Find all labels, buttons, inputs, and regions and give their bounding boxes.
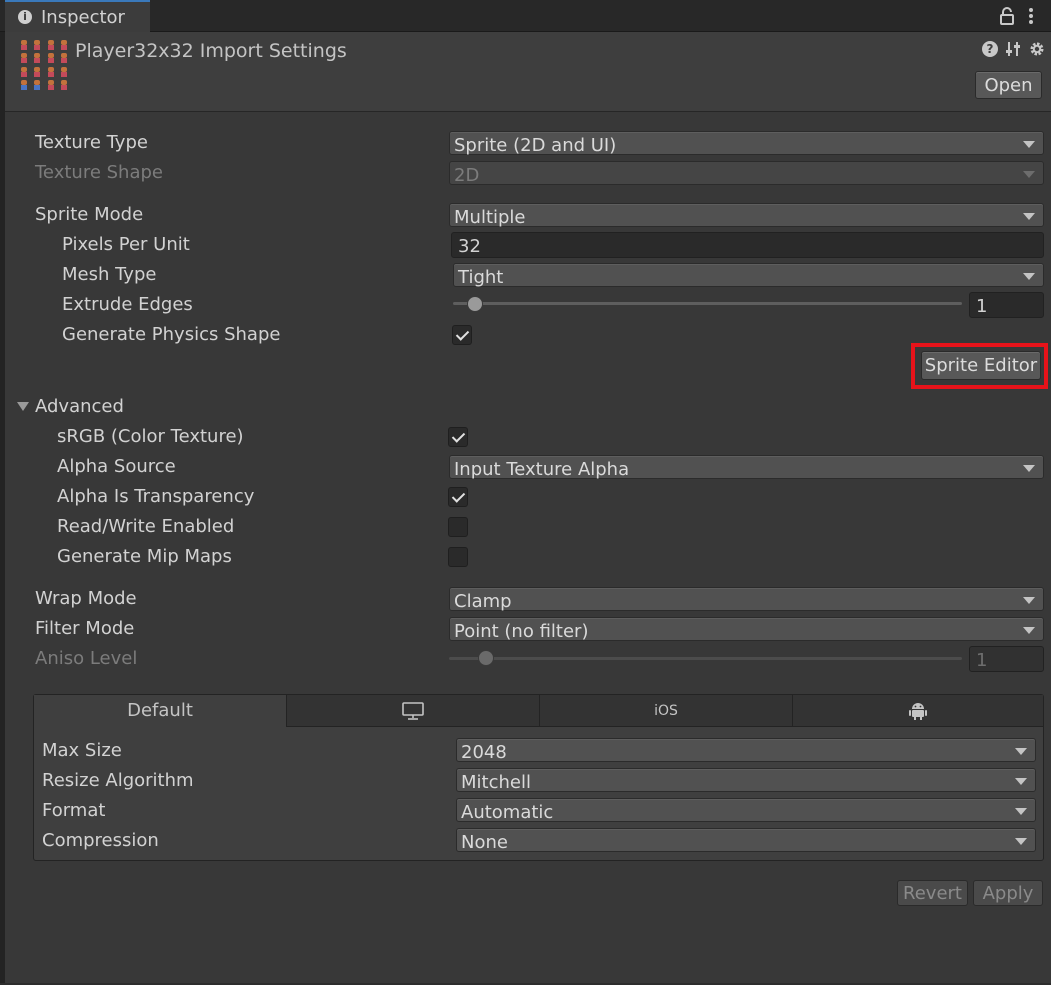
resize-algorithm-dropdown[interactable]: Mitchell [456,768,1036,793]
srgb-label: sRGB (Color Texture) [57,426,244,447]
sprite-editor-highlight [911,343,1048,389]
mesh-type-dropdown[interactable]: Tight [453,263,1044,288]
filter-mode-value: Point (no filter) [454,621,589,642]
android-icon [909,702,927,720]
platform-tab-default[interactable]: Default [34,695,287,727]
wrap-mode-value: Clamp [454,591,512,612]
platform-tab-ios[interactable]: iOS [540,695,793,727]
format-label: Format [42,800,106,821]
sprite-mode-value: Multiple [454,207,526,228]
platform-tab-standalone[interactable] [287,695,540,727]
texture-shape-dropdown: 2D [449,161,1044,186]
chevron-down-icon [1023,171,1035,178]
extrude-edges-slider-thumb[interactable] [467,296,483,312]
lock-icon[interactable] [999,7,1015,25]
texture-type-dropdown[interactable]: Sprite (2D and UI) [449,131,1044,156]
monitor-icon [402,701,424,720]
apply-button[interactable]: Apply [973,880,1043,906]
aniso-level-slider-track [449,657,962,660]
extrude-edges-label: Extrude Edges [62,294,193,315]
inspector-tab[interactable]: i Inspector [5,0,150,32]
alpha-is-transparency-checkbox[interactable] [448,487,468,507]
header-title: Player32x32 Import Settings [75,40,347,62]
pixels-per-unit-label: Pixels Per Unit [62,234,190,255]
max-size-label: Max Size [42,740,122,761]
extrude-edges-slider-track[interactable] [453,302,962,305]
advanced-foldout-label[interactable]: Advanced [35,398,124,416]
resize-algorithm-value: Mitchell [461,772,531,793]
chevron-down-icon [1023,273,1035,280]
import-settings-header: Player32x32 Import Settings ? Open [5,32,1051,112]
read-write-enabled-label: Read/Write Enabled [57,516,235,537]
alpha-source-label: Alpha Source [57,456,176,477]
help-icon[interactable]: ? [982,41,998,57]
generate-mip-maps-checkbox[interactable] [448,547,468,567]
generate-mip-maps-label: Generate Mip Maps [57,546,232,567]
srgb-checkbox[interactable] [448,427,468,447]
mesh-type-value: Tight [458,267,504,288]
aniso-level-input: 1 [969,646,1044,672]
chevron-down-icon [1015,778,1027,785]
chevron-down-icon [1015,808,1027,815]
filter-mode-label: Filter Mode [35,618,135,639]
generate-physics-shape-label: Generate Physics Shape [62,324,281,345]
platform-tab-ios-label: iOS [654,702,678,719]
compression-dropdown[interactable]: None [456,828,1036,853]
chevron-down-icon [1023,597,1035,604]
chevron-down-icon [1015,748,1027,755]
texture-type-label: Texture Type [35,132,148,153]
chevron-down-icon [1023,141,1035,148]
sprite-thumbnail [18,39,70,91]
chevron-down-icon [1023,627,1035,634]
aniso-level-slider-thumb [478,650,494,666]
chevron-down-icon [1015,838,1027,845]
format-dropdown[interactable]: Automatic [456,798,1036,823]
revert-button[interactable]: Revert [897,880,968,906]
pixels-per-unit-value: 32 [458,236,481,257]
texture-shape-value: 2D [454,165,480,186]
mesh-type-label: Mesh Type [62,264,157,285]
platform-tab-android[interactable] [793,695,1043,727]
wrap-mode-label: Wrap Mode [35,588,137,609]
aniso-level-value: 1 [976,650,988,671]
chevron-down-icon [1023,213,1035,220]
alpha-source-dropdown[interactable]: Input Texture Alpha [449,455,1044,480]
sprite-mode-dropdown[interactable]: Multiple [449,203,1044,228]
read-write-enabled-checkbox[interactable] [448,517,468,537]
alpha-source-value: Input Texture Alpha [454,459,630,480]
alpha-is-transparency-label: Alpha Is Transparency [57,486,255,507]
max-size-dropdown[interactable]: 2048 [456,738,1036,763]
compression-label: Compression [42,830,159,851]
left-edge [0,32,5,985]
pixels-per-unit-input[interactable]: 32 [451,232,1044,258]
presets-icon[interactable] [1005,41,1021,57]
format-value: Automatic [461,802,554,823]
advanced-foldout-arrow-icon[interactable] [17,402,29,411]
wrap-mode-dropdown[interactable]: Clamp [449,587,1044,612]
compression-value: None [461,832,508,853]
filter-mode-dropdown[interactable]: Point (no filter) [449,617,1044,642]
extrude-edges-input[interactable]: 1 [969,292,1044,318]
info-icon: i [18,10,32,24]
open-button[interactable]: Open [975,71,1042,99]
inspector-tab-title: Inspector [41,7,125,28]
generate-physics-shape-checkbox[interactable] [452,325,472,345]
texture-type-value: Sprite (2D and UI) [454,135,617,156]
texture-shape-label: Texture Shape [35,162,163,183]
extrude-edges-value: 1 [976,296,988,317]
kebab-menu-icon[interactable] [1026,7,1036,25]
inspector-tab-bar [0,0,1051,32]
platform-tab-default-label: Default [127,700,193,721]
sprite-mode-label: Sprite Mode [35,204,144,225]
max-size-value: 2048 [461,742,507,763]
gear-icon[interactable] [1029,41,1045,57]
resize-algorithm-label: Resize Algorithm [42,770,194,791]
chevron-down-icon [1023,465,1035,472]
aniso-level-label: Aniso Level [35,648,138,669]
platform-settings-panel: Default iOS Max Size 2048 Resize Algorit… [33,694,1044,861]
